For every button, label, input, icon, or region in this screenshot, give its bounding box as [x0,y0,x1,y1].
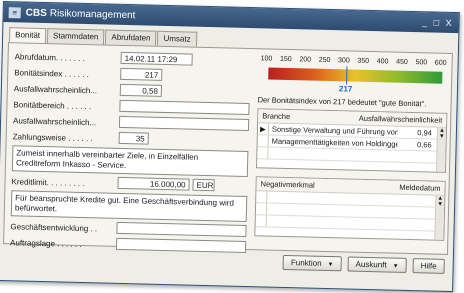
details-form: Abrufdatum. . . . . . . 14.02.11 17:29 Bo… [10,49,253,257]
kredit-field[interactable]: 16.000,00 [117,176,190,191]
bonitaet-panel: Abrufdatum. . . . . . . 14.02.11 17:29 Bo… [3,42,453,255]
geschaeft-field[interactable] [116,221,247,238]
bereich-label: Bonitätbereich . . . . . . [13,100,92,112]
tick-label: 600 [434,59,447,67]
negativ-table: Negativmerkmal Meldedatum ▲ ▼ [254,176,446,241]
window-controls[interactable]: _ □ X [422,17,454,28]
ausfall-field[interactable]: 0,58 [119,83,162,97]
row-selector-icon: ▶ [257,123,270,135]
ausfall-label: Ausfallwahrscheinlich... [13,84,98,96]
rating-value: 217 [338,84,353,94]
funktion-button[interactable]: Funktion ▼ [282,254,342,272]
auftrag-label: Auftragslage . . . . . . [9,238,82,249]
tab-abrufdaten[interactable]: Abrufdaten [105,29,157,46]
negativ-scrollbar[interactable]: ▲ ▼ [434,195,445,240]
tab-umsatz[interactable]: Umsatz [157,30,197,47]
index-label: Bonitätsindex . . . . . . [14,68,90,80]
tick-label: 150 [279,55,292,64]
tick-label: 450 [396,58,408,66]
auskunft-button[interactable]: Auskunft ▼ [347,256,407,273]
ausfall-col: Ausfallwahrscheinlichkeit [358,113,443,125]
tab-bonitaet[interactable]: Bonität [8,27,47,44]
tick-label: 500 [415,59,428,67]
currency-field[interactable]: EUR [192,178,215,192]
branche-col: Branche [262,111,291,122]
rating-area: 100 150 200 250 300 350 400 450 500 600 … [254,55,448,241]
tick-label: 300 [337,57,350,65]
auftrag-field[interactable] [115,237,247,254]
branche-scrollbar[interactable]: ▲ ▼ [435,127,447,172]
bereich-field[interactable] [119,99,250,116]
chevron-down-icon: ▼ [392,263,399,270]
window-title: Risikomanagement [49,7,136,21]
ausfall2-field[interactable] [118,115,250,132]
rating-sentence: Der Bonitätsindex von 217 bedeutet "gute… [257,95,427,109]
button-bar: Funktion ▼ Auskunft ▼ Hilfe [282,254,445,274]
zahlung-field[interactable]: 35 [118,131,149,145]
negativ-col: Negativmerkmal [260,179,315,190]
rating-gradient-bar [268,66,443,85]
geschaeft-label: Geschäftsentwicklung . . [10,222,98,234]
tab-stammdaten[interactable]: Stammdaten [46,28,105,45]
tick-label: 100 [260,55,273,63]
main-window: ≡ CBS Risikomanagement _ □ X Bonität Sta… [0,1,460,293]
app-logo-icon: ≡ [8,6,21,18]
chevron-down-icon: ▼ [327,262,334,269]
hilfe-button[interactable]: Hilfe [412,258,445,274]
abrufdatum-label: Abrufdatum. . . . . . . [14,52,85,64]
tick-label: 200 [299,56,312,64]
rating-marker [346,66,348,85]
index-field[interactable]: 217 [120,67,163,81]
tick-label: 250 [318,56,331,65]
branche-table: Branche Ausfallwahrscheinlichkeit ▶ Sonsti… [255,108,448,173]
brand-label: CBS [25,7,47,19]
zahlung-label: Zahlungsweise . . . . . . [12,132,93,144]
kredit-label: Kreditlimit. . . . . . . . . [11,177,85,189]
tick-label: 350 [357,57,370,65]
scale-ticks: 100 150 200 250 300 350 400 450 500 600 [261,55,447,67]
ausfall2-label: Ausfallwahrscheinlich... [12,116,97,128]
abrufdatum-field[interactable]: 14.02.11 17:29 [120,51,193,66]
meldedatum-col: Meldedatum [399,182,441,193]
tick-label: 400 [376,58,389,66]
